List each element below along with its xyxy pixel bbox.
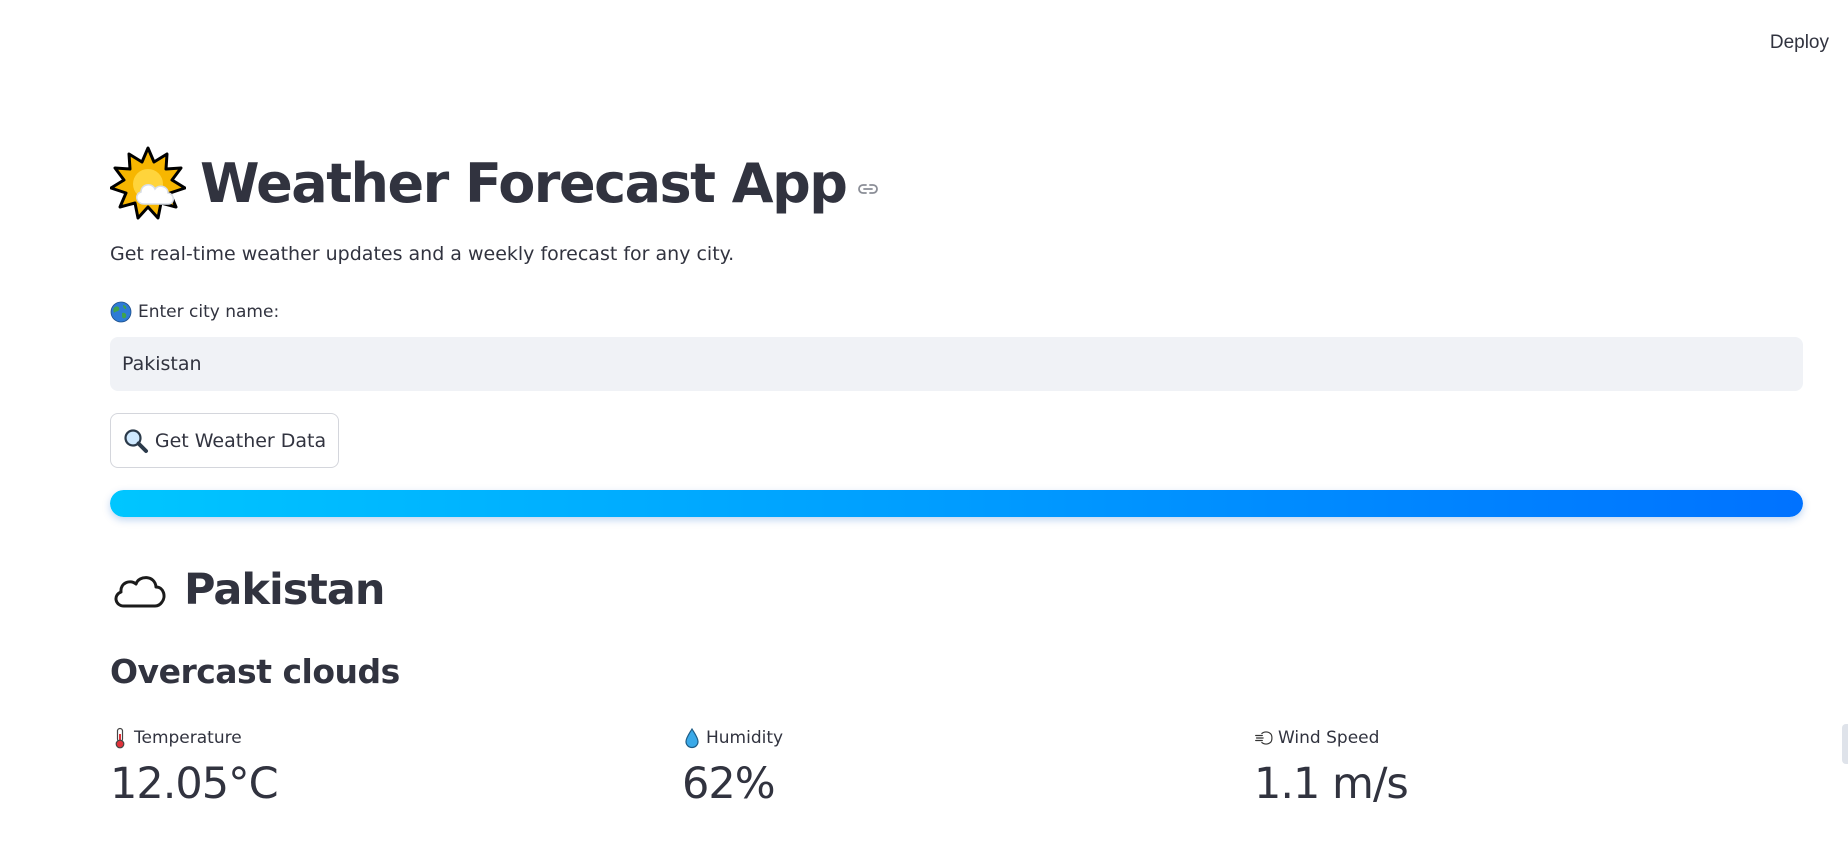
city-heading: Pakistan	[184, 565, 385, 615]
city-heading-row: Pakistan	[110, 558, 385, 622]
metrics-row: Temperature 12.05°C Humidity 62% Wind Sp…	[110, 723, 1803, 857]
weather-condition: Overcast clouds	[110, 652, 400, 691]
metric-value: 1.1 m/s	[1254, 759, 1409, 809]
page-subtitle: Get real-time weather updates and a week…	[110, 243, 735, 265]
metric-temperature: Temperature 12.05°C	[110, 723, 650, 809]
metric-value: 12.05°C	[110, 759, 279, 809]
droplet-icon	[685, 727, 699, 749]
get-weather-button-label: Get Weather Data	[154, 429, 327, 452]
cloud-icon	[114, 576, 166, 608]
link-icon[interactable]	[856, 177, 880, 201]
page-title: Weather Forecast App	[200, 152, 848, 215]
metric-value: 62%	[682, 759, 776, 809]
metric-wind-speed: Wind Speed 1.1 m/s	[1254, 723, 1794, 809]
metric-label: Humidity	[706, 728, 784, 748]
globe-icon	[110, 301, 132, 323]
metric-label: Temperature	[134, 728, 242, 748]
city-input-label: Enter city name:	[110, 301, 279, 323]
thermometer-icon	[115, 727, 125, 749]
wind-icon	[1255, 731, 1273, 745]
deploy-button[interactable]: Deploy	[1770, 28, 1829, 58]
get-weather-button[interactable]: Get Weather Data	[110, 413, 339, 468]
progress-fill	[110, 490, 1803, 517]
scrollbar[interactable]	[1842, 724, 1848, 764]
title-row: Weather Forecast App	[110, 142, 880, 226]
city-input[interactable]	[110, 337, 1803, 391]
progress-bar	[110, 490, 1803, 517]
metric-label: Wind Speed	[1278, 728, 1380, 748]
metric-humidity: Humidity 62%	[682, 723, 1222, 809]
sun-behind-cloud-icon	[110, 146, 186, 220]
app-header: Deploy	[0, 0, 1848, 80]
city-input-label-text: Enter city name:	[138, 302, 280, 322]
magnifier-icon	[124, 428, 148, 453]
